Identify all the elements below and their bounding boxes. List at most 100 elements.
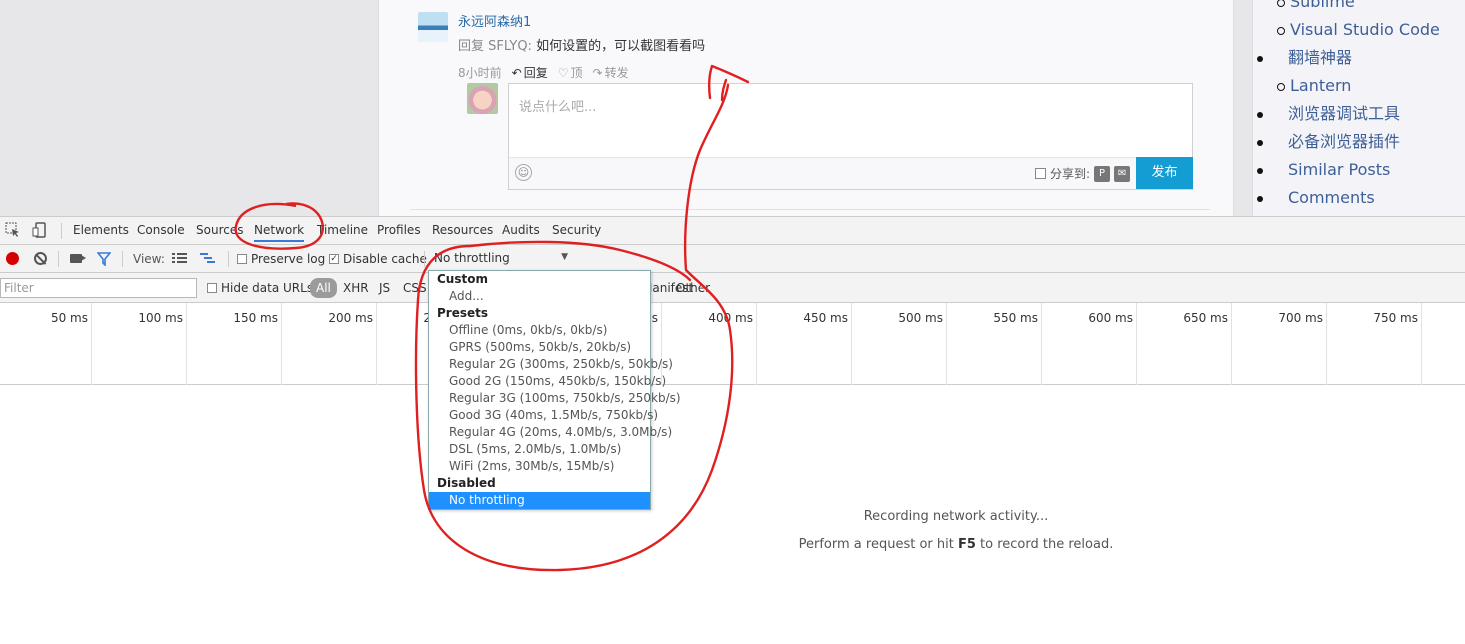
divider bbox=[410, 209, 1210, 210]
large-rows-icon[interactable] bbox=[172, 252, 187, 265]
separator bbox=[424, 251, 425, 267]
forward-icon: ↷ bbox=[592, 65, 603, 80]
type-filter-other[interactable]: Other bbox=[676, 281, 710, 295]
separator bbox=[58, 251, 59, 267]
reply-arrow-icon: ↶ bbox=[511, 65, 522, 80]
empty-line-2-pre: Perform a request or hit bbox=[798, 537, 954, 552]
tab-audits[interactable]: Audits bbox=[502, 223, 540, 237]
view-label: View: bbox=[133, 252, 165, 266]
share-label: 分享到: bbox=[1050, 167, 1091, 181]
reply-prefix: 回复 SFLYQ: bbox=[458, 39, 532, 54]
tab-sources[interactable]: Sources bbox=[196, 223, 243, 237]
tab-console[interactable]: Console bbox=[137, 223, 185, 237]
reply-action[interactable]: ↶ 回复 bbox=[512, 64, 548, 81]
checkbox[interactable] bbox=[207, 283, 217, 293]
hide-data-urls-checkbox[interactable]: Hide data URLs bbox=[207, 281, 313, 295]
type-filter-css[interactable]: CSS bbox=[403, 281, 427, 295]
reply-action-label: 回复 bbox=[523, 66, 548, 80]
forward-action[interactable]: ↷ 转发 bbox=[593, 64, 629, 81]
empty-state: Recording network activity... Perform a … bbox=[700, 503, 1212, 559]
separator bbox=[61, 223, 62, 239]
device-mode-icon[interactable] bbox=[32, 222, 48, 238]
reload-key: F5 bbox=[957, 537, 976, 552]
toc-item[interactable]: Visual Studio Code bbox=[1270, 16, 1440, 44]
throttle-value: No throttling bbox=[434, 251, 510, 265]
filter-bar: Filter Hide data URLs All XHR JS CSS Manifes… bbox=[0, 273, 1465, 303]
publish-button[interactable]: 发布 bbox=[1136, 157, 1193, 189]
toc-item[interactable]: Sublime bbox=[1270, 0, 1440, 16]
comment-meta: 8小时前 ↶ 回复 ♡ 顶 ↷ 转发 bbox=[458, 64, 629, 81]
disable-cache-label: Disable cache bbox=[343, 252, 427, 266]
menu-item-preset[interactable]: Regular 2G (300ms, 250kb/s, 50kb/s) bbox=[429, 356, 673, 373]
timeline-overview[interactable]: 50 ms100 ms150 ms200 ms250 ms300 ms350 m… bbox=[0, 303, 1465, 385]
menu-item-preset[interactable]: GPRS (500ms, 50kb/s, 20kb/s) bbox=[429, 339, 650, 356]
menu-group-presets: Presets bbox=[437, 306, 489, 320]
dropdown-arrow-icon: ▼ bbox=[561, 252, 568, 262]
commenter-name[interactable]: 永远阿森纳1 bbox=[458, 11, 531, 30]
type-filter-all[interactable]: All bbox=[310, 278, 337, 298]
reply-box: 说点什么吧... ☺ 分享到: P ✉ 发布 bbox=[508, 83, 1193, 190]
heart-icon: ♡ bbox=[557, 65, 569, 80]
preserve-log-checkbox[interactable]: Preserve log bbox=[237, 252, 325, 266]
current-user-avatar bbox=[467, 83, 498, 114]
toc-item[interactable]: 浏览器调试工具 bbox=[1257, 100, 1440, 128]
forward-action-label: 转发 bbox=[604, 66, 629, 80]
tick-label: 750 ms bbox=[1373, 311, 1418, 325]
tab-profiles[interactable]: Profiles bbox=[377, 223, 421, 237]
network-toolbar: View: Preserve log ✓ Disable cache No th… bbox=[0, 245, 1465, 273]
capture-screenshots-icon[interactable] bbox=[70, 254, 86, 263]
tab-resources[interactable]: Resources bbox=[432, 223, 493, 237]
menu-item-preset[interactable]: Regular 3G (100ms, 750kb/s, 250kb/s) bbox=[429, 390, 681, 407]
share-options: 分享到: P ✉ bbox=[1035, 165, 1131, 182]
toc-item[interactable]: Lantern bbox=[1270, 72, 1440, 100]
web-page: 永远阿森纳1 回复 SFLYQ: 如何设置的，可以截图看看吗 8小时前 ↶ 回复… bbox=[0, 0, 1465, 216]
clear-icon[interactable] bbox=[34, 252, 47, 265]
toc-item[interactable]: 必备浏览器插件 bbox=[1257, 128, 1440, 156]
tab-timeline[interactable]: Timeline bbox=[317, 223, 368, 237]
timeline-tick: 750 ms bbox=[0, 303, 1422, 385]
toc-item[interactable]: Comments bbox=[1257, 184, 1440, 212]
type-filter-xhr[interactable]: XHR bbox=[343, 281, 369, 295]
throttle-menu: Custom Add... Presets Offline (0ms, 0kb/… bbox=[428, 270, 681, 510]
menu-item-preset[interactable]: Good 3G (40ms, 1.5Mb/s, 750kb/s) bbox=[429, 407, 658, 424]
table-of-contents: Sublime Visual Studio Code 翻墙神器 Lantern 浏览器调… bbox=[1257, 0, 1440, 212]
reply-toolbar: ☺ 分享到: P ✉ 发布 bbox=[509, 157, 1193, 189]
menu-item-add[interactable]: Add... bbox=[429, 288, 650, 305]
tab-elements[interactable]: Elements bbox=[73, 223, 129, 237]
menu-item-preset[interactable]: Good 2G (150ms, 450kb/s, 150kb/s) bbox=[429, 373, 666, 390]
filter-icon[interactable] bbox=[97, 252, 111, 266]
disable-cache-checkbox[interactable]: ✓ Disable cache bbox=[329, 252, 427, 266]
reply-textarea[interactable]: 说点什么吧... bbox=[509, 84, 1192, 158]
share-platform-icon[interactable]: ✉ bbox=[1114, 165, 1131, 182]
emoji-icon[interactable]: ☺ bbox=[515, 164, 532, 181]
separator bbox=[228, 251, 229, 267]
menu-item-preset[interactable]: Offline (0ms, 0kb/s, 0kb/s) bbox=[429, 322, 650, 339]
hide-data-urls-label: Hide data URLs bbox=[221, 281, 314, 295]
preserve-log-label: Preserve log bbox=[251, 252, 326, 266]
tab-security[interactable]: Security bbox=[552, 223, 601, 237]
upvote-action[interactable]: ♡ 顶 bbox=[558, 64, 583, 81]
menu-item-no-throttling[interactable]: No throttling bbox=[429, 492, 650, 509]
record-icon[interactable] bbox=[6, 252, 19, 265]
overview-icon[interactable] bbox=[200, 252, 215, 265]
throttle-select[interactable]: No throttling ▼ bbox=[430, 249, 572, 269]
menu-item-preset[interactable]: DSL (5ms, 2.0Mb/s, 1.0Mb/s) bbox=[429, 441, 650, 458]
commenter-avatar[interactable] bbox=[418, 12, 448, 42]
checkbox-checked[interactable]: ✓ bbox=[329, 254, 339, 264]
devtools-panel: Elements Console Sources Network Timeline Pro… bbox=[0, 216, 1465, 644]
reply-body: 如何设置的，可以截图看看吗 bbox=[536, 39, 706, 54]
toc-item[interactable]: Similar Posts bbox=[1257, 156, 1440, 184]
upvote-action-label: 顶 bbox=[570, 66, 583, 80]
menu-item-preset[interactable]: WiFi (2ms, 30Mb/s, 15Mb/s) bbox=[429, 458, 650, 475]
filter-input[interactable]: Filter bbox=[0, 278, 197, 298]
toc-item[interactable]: 翻墙神器 bbox=[1257, 44, 1440, 72]
checkbox[interactable] bbox=[237, 254, 247, 264]
type-filter-js[interactable]: JS bbox=[379, 281, 390, 295]
empty-line-2: Perform a request or hit F5 to record th… bbox=[700, 531, 1212, 559]
share-checkbox[interactable] bbox=[1035, 168, 1046, 179]
share-platform-icon[interactable]: P bbox=[1094, 165, 1111, 182]
tab-network[interactable]: Network bbox=[254, 223, 305, 242]
menu-item-preset[interactable]: Regular 4G (20ms, 4.0Mb/s, 3.0Mb/s) bbox=[429, 424, 672, 441]
inspect-element-icon[interactable] bbox=[5, 222, 21, 238]
menu-group-disabled: Disabled bbox=[437, 476, 496, 490]
